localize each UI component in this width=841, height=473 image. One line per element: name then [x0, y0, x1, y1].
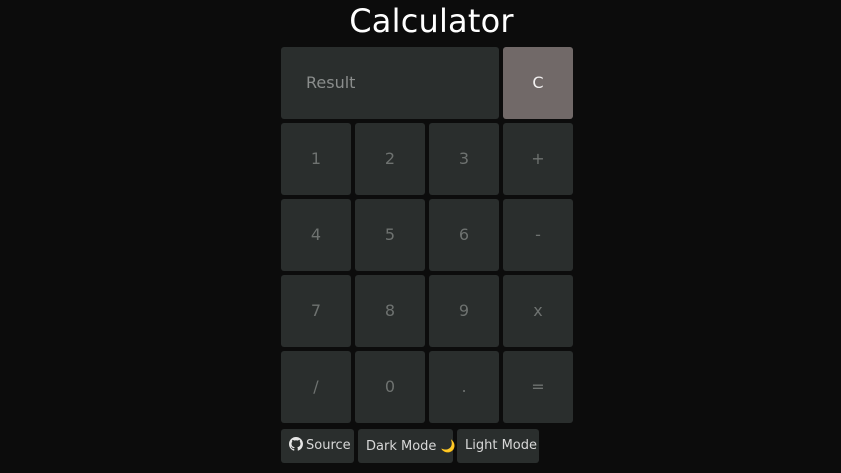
- key-1-button[interactable]: 1: [281, 123, 351, 195]
- key-3-button[interactable]: 3: [429, 123, 499, 195]
- key-4-button[interactable]: 4: [281, 199, 351, 271]
- dark-mode-button[interactable]: Dark Mode 🌙: [358, 429, 456, 463]
- github-icon: [289, 429, 303, 451]
- source-button[interactable]: Source: [281, 429, 354, 463]
- clear-button[interactable]: C: [503, 47, 573, 119]
- add-button[interactable]: +: [503, 123, 573, 195]
- page-title: Calculator: [349, 2, 514, 40]
- light-mode-label: Light Mode: [465, 438, 537, 453]
- multiply-button[interactable]: x: [503, 275, 573, 347]
- divide-button[interactable]: /: [281, 351, 351, 423]
- light-mode-button[interactable]: Light Mode: [457, 429, 539, 463]
- key-8-button[interactable]: 8: [355, 275, 425, 347]
- key-7-button[interactable]: 7: [281, 275, 351, 347]
- key-5-button[interactable]: 5: [355, 199, 425, 271]
- decimal-button[interactable]: .: [429, 351, 499, 423]
- key-9-button[interactable]: 9: [429, 275, 499, 347]
- subtract-button[interactable]: -: [503, 199, 573, 271]
- result-placeholder: Result: [306, 73, 356, 92]
- key-6-button[interactable]: 6: [429, 199, 499, 271]
- equals-button[interactable]: =: [503, 351, 573, 423]
- dark-mode-label: Dark Mode: [366, 439, 437, 454]
- result-display[interactable]: Result: [281, 47, 499, 119]
- moon-icon: 🌙: [440, 439, 456, 453]
- source-label: Source: [306, 438, 351, 453]
- key-0-button[interactable]: 0: [355, 351, 425, 423]
- key-2-button[interactable]: 2: [355, 123, 425, 195]
